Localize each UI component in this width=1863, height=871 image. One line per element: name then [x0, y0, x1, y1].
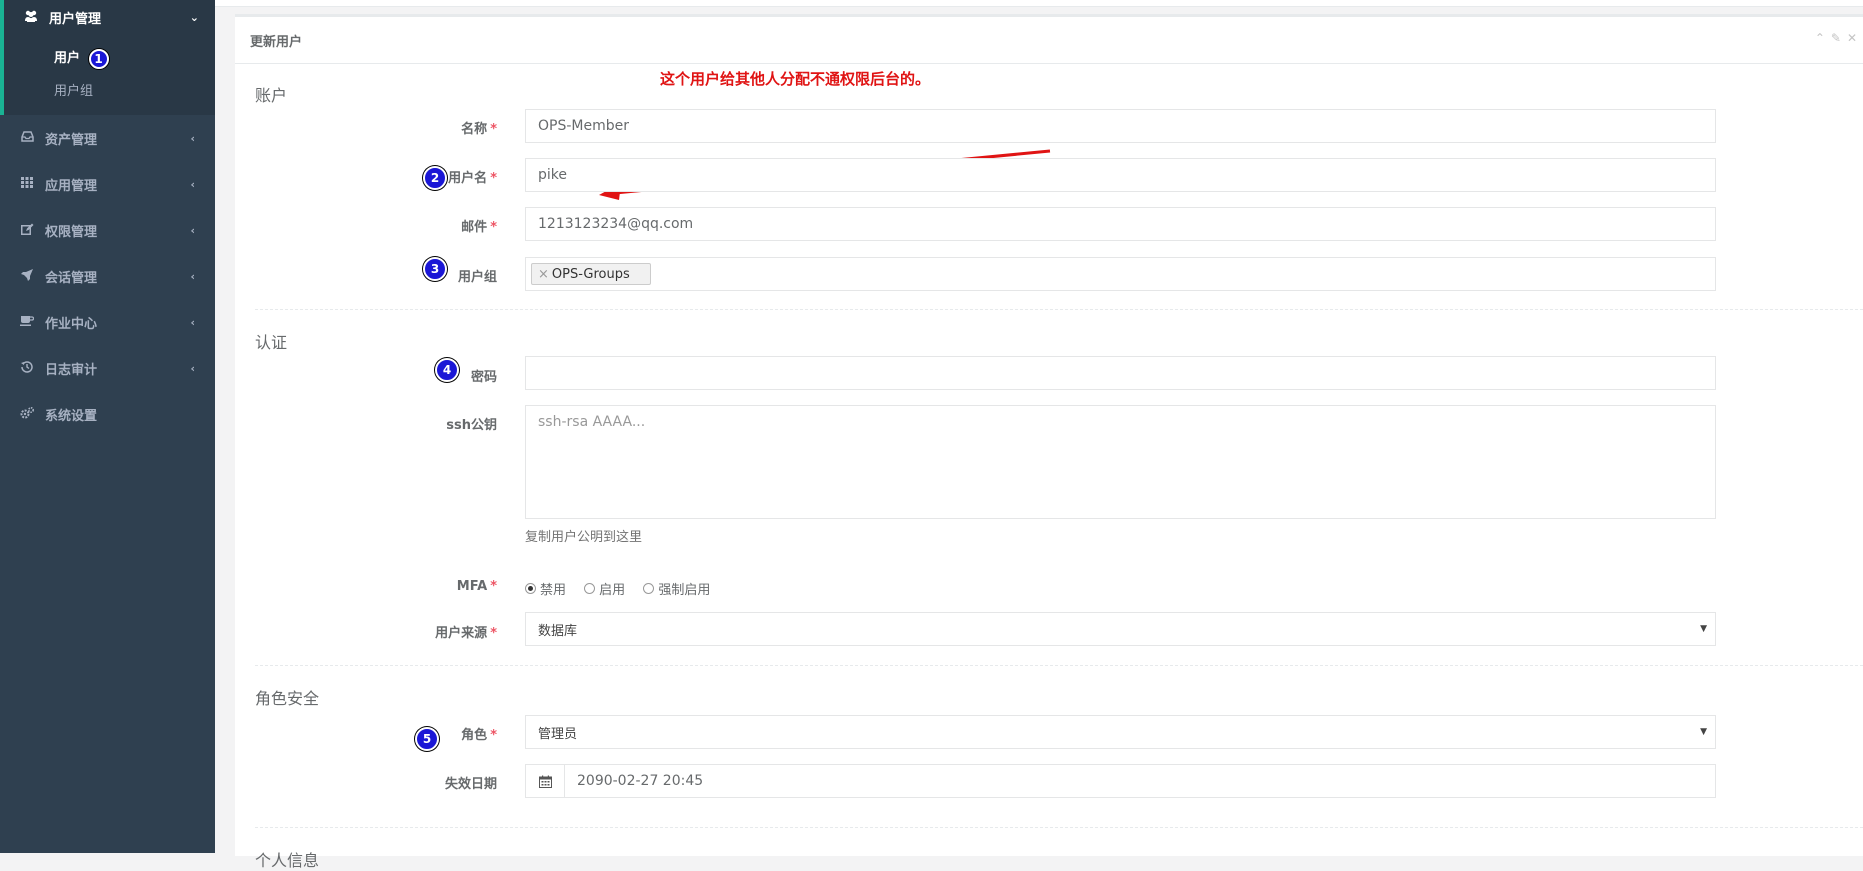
name-value: OPS-Member — [538, 118, 629, 134]
mfa-label: MFA * — [456, 579, 497, 594]
nav-group-user-management: 用户管理 ⌄ 用户 1 用户组 — [0, 0, 215, 115]
panel-tools: ⌃✎✕ — [1815, 31, 1863, 45]
nav-label: 资产管理 — [45, 132, 98, 148]
password-input[interactable] — [525, 356, 1716, 390]
sidebar-item-user-groups[interactable]: 用户组 — [54, 80, 93, 99]
chevron-left-icon: ‹ — [190, 177, 195, 191]
divider — [255, 665, 1863, 666]
nav-label: 日志审计 — [45, 362, 98, 378]
ssh-key-placeholder: ssh-rsa AAAA... — [538, 414, 646, 430]
chevron-left-icon: ‹ — [190, 315, 195, 329]
nav-item-applications[interactable]: 应用管理 ‹ — [0, 161, 215, 207]
mfa-radio-enabled[interactable] — [584, 583, 596, 594]
chevron-left-icon: ‹ — [190, 269, 195, 283]
email-input[interactable]: 1213123234@qq.com — [525, 207, 1716, 241]
edit-icon — [19, 223, 35, 238]
calendar-icon[interactable] — [526, 765, 565, 797]
chevron-left-icon: ‹ — [190, 223, 195, 237]
username-input[interactable]: pike — [525, 158, 1716, 192]
close-icon[interactable]: ✕ — [1847, 31, 1863, 45]
mfa-radio-group: 禁用 启用 强制启用 — [525, 579, 724, 598]
expire-date-label: 失效日期 — [444, 777, 497, 792]
mfa-option-label: 强制启用 — [658, 583, 711, 598]
grid-icon — [19, 177, 35, 191]
ssh-key-help: 复制用户公明到这里 — [525, 530, 643, 545]
nav-label: 权限管理 — [45, 224, 98, 240]
panel-title: 更新用户 — [250, 35, 303, 50]
name-input[interactable]: OPS-Member — [525, 109, 1716, 143]
sidebar: 用户管理 ⌄ 用户 1 用户组 资产管理 ‹ 应用管理 ‹ 权限管理 ‹ 会话管… — [0, 0, 215, 853]
sidebar-item-user-list[interactable]: 用户 1 — [54, 47, 109, 69]
ssh-key-label: ssh公钥 — [446, 418, 497, 433]
group-tag[interactable]: × OPS-Groups — [531, 263, 651, 285]
email-label: 邮件 * — [461, 220, 497, 235]
mfa-option-label: 禁用 — [540, 583, 567, 598]
inbox-icon — [19, 131, 35, 145]
divider — [255, 309, 1863, 310]
panel-header: 更新用户 ⌃✎✕ — [235, 17, 1863, 64]
sub-item-label: 用户 — [54, 51, 81, 66]
divider — [255, 827, 1863, 828]
username-value: pike — [538, 167, 567, 183]
remove-tag-icon[interactable]: × — [538, 267, 549, 282]
nav-item-jobs[interactable]: 作业中心 ‹ — [0, 299, 215, 345]
history-icon — [19, 360, 35, 376]
password-label: 密码 — [470, 370, 497, 385]
nav-item-audit[interactable]: 日志审计 ‹ — [0, 345, 215, 391]
chevron-left-icon: ‹ — [190, 131, 195, 145]
section-profile-title: 个人信息 — [255, 851, 320, 870]
expire-date-value: 2090-02-27 20:45 — [577, 773, 704, 789]
group-tag-label: OPS-Groups — [551, 266, 630, 282]
gears-icon — [19, 406, 35, 422]
source-label: 用户来源 * — [435, 626, 497, 641]
coffee-icon — [19, 315, 35, 329]
role-label: 角色 * — [461, 728, 497, 743]
username-label: 用户名 * — [448, 171, 497, 186]
section-role-title: 角色安全 — [255, 689, 320, 708]
source-select[interactable]: 数据库 ▼ — [525, 612, 1716, 646]
wrench-icon[interactable]: ✎ — [1831, 31, 1847, 45]
source-value: 数据库 — [538, 623, 578, 639]
annotation-text: 这个用户给其他人分配不通权限后台的。 — [660, 70, 931, 88]
caret-down-icon: ▼ — [1700, 727, 1707, 737]
name-label: 名称 * — [461, 122, 497, 137]
nav-item-assets[interactable]: 资产管理 ‹ — [0, 115, 215, 161]
mfa-radio-forced[interactable] — [643, 583, 655, 594]
section-auth-title: 认证 — [255, 333, 288, 352]
nav-item-settings[interactable]: 系统设置 — [0, 391, 215, 437]
collapse-icon[interactable]: ⌃ — [1815, 31, 1831, 45]
group-select[interactable]: × OPS-Groups — [525, 257, 1716, 291]
nav-label: 应用管理 — [45, 178, 98, 194]
email-value: 1213123234@qq.com — [538, 216, 694, 232]
role-value: 管理员 — [538, 726, 578, 742]
nav-label: 用户管理 — [49, 11, 102, 27]
mfa-radio-disabled[interactable] — [525, 583, 536, 594]
nav-item-user-management[interactable]: 用户管理 ⌄ — [4, 0, 219, 40]
caret-down-icon: ▼ — [1700, 624, 1707, 634]
update-user-panel: 更新用户 ⌃✎✕ 这个用户给其他人分配不通权限后台的。 账户 名称 * OPS-M… — [235, 14, 1863, 870]
group-label: 用户组 — [457, 270, 497, 285]
ssh-key-textarea[interactable]: ssh-rsa AAAA... — [525, 405, 1716, 519]
nav-label: 会话管理 — [45, 270, 98, 286]
nav-item-sessions[interactable]: 会话管理 ‹ — [0, 253, 215, 299]
users-icon — [23, 10, 39, 25]
expire-date-input[interactable]: 2090-02-27 20:45 — [525, 764, 1716, 798]
rocket-icon — [19, 268, 35, 284]
top-bar — [215, 0, 1863, 7]
nav-label: 系统设置 — [45, 408, 98, 424]
chevron-left-icon: ‹ — [190, 361, 195, 375]
mfa-option-label: 启用 — [599, 583, 626, 598]
chevron-down-icon: ⌄ — [189, 10, 199, 24]
marker-1: 1 — [88, 48, 109, 69]
role-select[interactable]: 管理员 ▼ — [525, 715, 1716, 749]
nav-item-permissions[interactable]: 权限管理 ‹ — [0, 207, 215, 253]
nav-label: 作业中心 — [45, 316, 98, 332]
section-account-title: 账户 — [255, 86, 288, 105]
